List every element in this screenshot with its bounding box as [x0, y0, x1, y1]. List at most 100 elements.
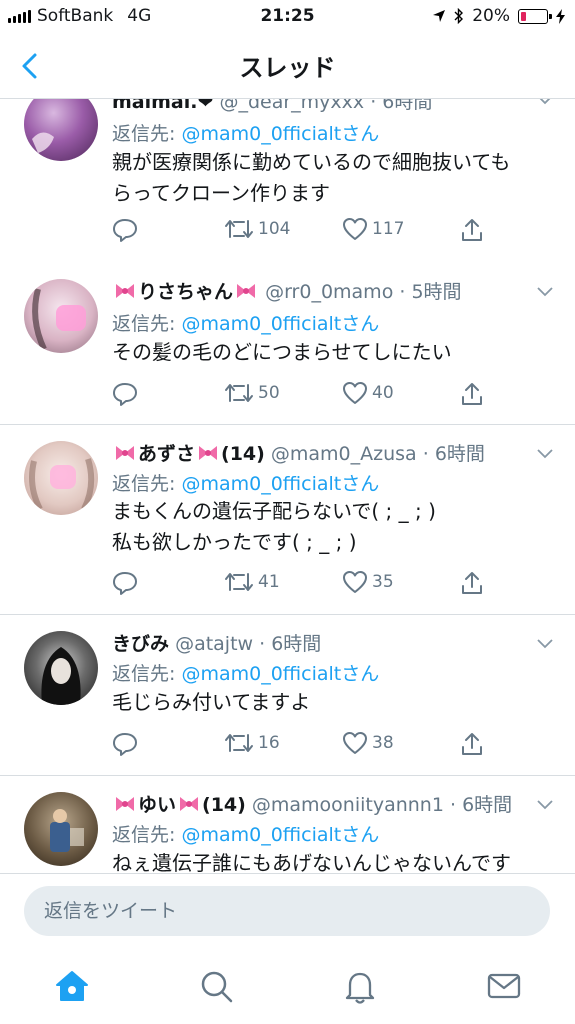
retweet-button[interactable]: 16: [224, 731, 280, 755]
reply-button[interactable]: [112, 381, 138, 407]
share-button[interactable]: [460, 570, 484, 596]
display-name[interactable]: きびみ: [112, 633, 169, 655]
tweet[interactable]: ゆい (14) @mamooniityannn1 · 6時間 返信先: @mam0…: [0, 776, 575, 873]
reply-icon: [113, 383, 137, 406]
reply-mention[interactable]: @mam0_0fficialtさん: [181, 313, 379, 335]
share-button[interactable]: [460, 381, 484, 407]
reply-mention[interactable]: @mam0_0fficialtさん: [181, 473, 379, 495]
tweet-time: · 6時間: [370, 99, 433, 113]
reply-icon: [113, 733, 137, 756]
reply-to-label: 返信先:: [112, 313, 176, 335]
tweet-text: 毛じらみ付いてますよ: [112, 690, 311, 714]
bluetooth-icon: [454, 8, 464, 24]
tweet-header: ゆい (14) @mamooniityannn1 · 6時間: [112, 790, 531, 817]
tweet-actions: 16 38: [112, 731, 502, 761]
tweet-time: · 6時間: [449, 794, 513, 816]
share-button[interactable]: [460, 731, 484, 757]
reply-to-label: 返信先:: [112, 663, 176, 685]
reply-bar: [0, 873, 575, 944]
reply-button[interactable]: [112, 217, 138, 243]
ribbon-icon: [116, 797, 134, 811]
notifications-icon[interactable]: [340, 966, 380, 1006]
tweet-time: · 6時間: [422, 443, 485, 465]
chevron-down-icon[interactable]: [537, 449, 553, 459]
reply-to: 返信先: @mam0_0fficialtさん: [112, 820, 379, 847]
retweet-icon: [225, 384, 253, 402]
like-button[interactable]: 40: [342, 381, 394, 405]
reply-mention[interactable]: @mam0_0fficialtさん: [181, 824, 379, 846]
user-handle[interactable]: @_dear_myxxx: [219, 99, 364, 113]
like-count: 117: [372, 219, 405, 239]
avatar[interactable]: [24, 279, 98, 353]
retweet-button[interactable]: 41: [224, 570, 280, 594]
display-name[interactable]: maimai.❤: [112, 99, 213, 113]
chevron-down-icon[interactable]: [537, 639, 553, 649]
page-title: スレッド: [239, 54, 336, 82]
heart-icon: [343, 732, 367, 754]
avatar[interactable]: [24, 631, 98, 705]
ribbon-icon: [180, 797, 199, 811]
display-name[interactable]: ゆい: [138, 794, 176, 816]
user-handle[interactable]: @mamooniityannn1: [252, 794, 444, 816]
home-icon[interactable]: [52, 966, 92, 1006]
tweet-actions: 50 40: [112, 381, 502, 411]
reply-mention[interactable]: @mam0_0fficialtさん: [181, 663, 379, 685]
like-count: 35: [372, 572, 394, 592]
reply-to-label: 返信先:: [112, 123, 176, 145]
reply-icon: [113, 219, 137, 242]
chevron-down-icon[interactable]: [537, 99, 553, 105]
user-handle[interactable]: @rr0_0mamo: [265, 281, 393, 303]
display-name-suffix: (14): [202, 794, 246, 816]
tweet[interactable]: りさちゃん @rr0_0mamo · 5時間 返信先: @mam0_0ffici…: [0, 263, 575, 425]
tweet-text: その髪の毛のどにつまらせてしにたい: [112, 340, 452, 364]
avatar[interactable]: [24, 792, 98, 866]
search-icon[interactable]: [196, 966, 236, 1006]
share-icon: [462, 219, 482, 241]
thread-feed[interactable]: maimai.❤ @_dear_myxxx · 6時間 返信先: @mam0_0…: [0, 99, 575, 873]
retweet-icon: [225, 573, 253, 591]
user-handle[interactable]: @mam0_Azusa: [271, 443, 417, 465]
like-button[interactable]: 38: [342, 731, 394, 755]
like-button[interactable]: 117: [342, 217, 404, 241]
like-count: 40: [372, 383, 394, 403]
user-handle[interactable]: @atajtw: [175, 633, 253, 655]
tweet-header: maimai.❤ @_dear_myxxx · 6時間: [112, 99, 531, 114]
chevron-down-icon[interactable]: [537, 800, 553, 810]
tweet-header: りさちゃん @rr0_0mamo · 5時間: [112, 277, 531, 304]
tweet[interactable]: maimai.❤ @_dear_myxxx · 6時間 返信先: @mam0_0…: [0, 99, 575, 264]
share-button[interactable]: [460, 217, 484, 243]
ribbon-icon: [116, 284, 134, 298]
retweet-count: 104: [258, 219, 291, 239]
avatar[interactable]: [24, 441, 98, 515]
ribbon-icon: [199, 446, 218, 460]
tweet[interactable]: あずさ (14) @mam0_Azusa · 6時間 返信先: @mam0_0ff…: [0, 425, 575, 615]
reply-input[interactable]: [24, 886, 550, 936]
avatar[interactable]: [24, 99, 98, 161]
retweet-button[interactable]: 50: [224, 381, 280, 405]
reply-button[interactable]: [112, 731, 138, 757]
heart-icon: [343, 382, 367, 404]
chevron-down-icon[interactable]: [537, 287, 553, 297]
reply-button[interactable]: [112, 570, 138, 596]
reply-to-label: 返信先:: [112, 473, 176, 495]
reply-mention[interactable]: @mam0_0fficialtさん: [181, 123, 379, 145]
like-button[interactable]: 35: [342, 570, 394, 594]
retweet-count: 50: [258, 383, 280, 403]
share-icon: [462, 572, 482, 594]
reply-to: 返信先: @mam0_0fficialtさん: [112, 119, 379, 146]
display-name[interactable]: あずさ: [138, 443, 195, 465]
tweet[interactable]: きびみ @atajtw · 6時間 返信先: @mam0_0fficialtさん…: [0, 615, 575, 776]
ribbon-icon: [116, 446, 134, 460]
charging-icon: [556, 8, 565, 24]
messages-icon[interactable]: [484, 966, 524, 1006]
share-icon: [462, 383, 482, 405]
retweet-count: 16: [258, 733, 280, 753]
tweet-header: きびみ @atajtw · 6時間: [112, 629, 531, 656]
retweet-button[interactable]: 104: [224, 217, 290, 241]
retweet-count: 41: [258, 572, 280, 592]
heart-icon: [343, 218, 367, 240]
retweet-icon: [225, 220, 253, 238]
display-name[interactable]: りさちゃん: [138, 281, 233, 303]
tweet-time: · 5時間: [399, 281, 462, 303]
retweet-icon: [225, 734, 253, 752]
